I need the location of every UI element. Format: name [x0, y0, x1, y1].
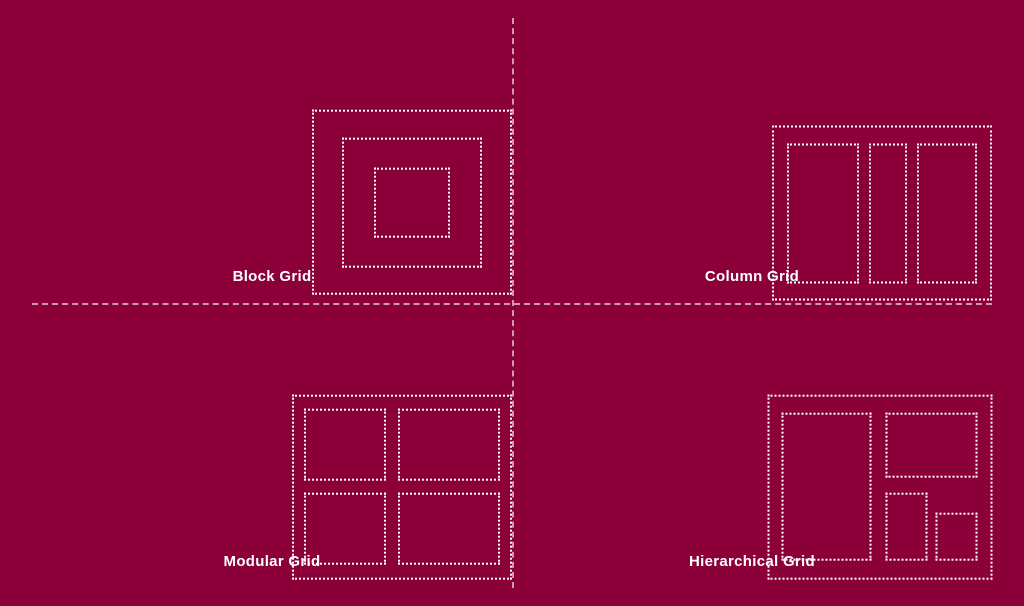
column-grid-cell: Column Grid [512, 18, 992, 303]
column-grid-diagram [772, 125, 992, 300]
hierarchical-grid-cell: Hierarchical Grid [512, 303, 992, 588]
hierarchical-grid-diagram [767, 394, 992, 579]
block-grid-diagram [312, 109, 512, 294]
block-grid-label: Block Grid [233, 268, 312, 285]
main-grid: Block Grid Column Grid Mod [32, 18, 992, 588]
modular-grid-cell: Modular Grid [32, 303, 512, 588]
block-grid-cell: Block Grid [32, 18, 512, 303]
modular-grid-diagram [292, 394, 512, 579]
